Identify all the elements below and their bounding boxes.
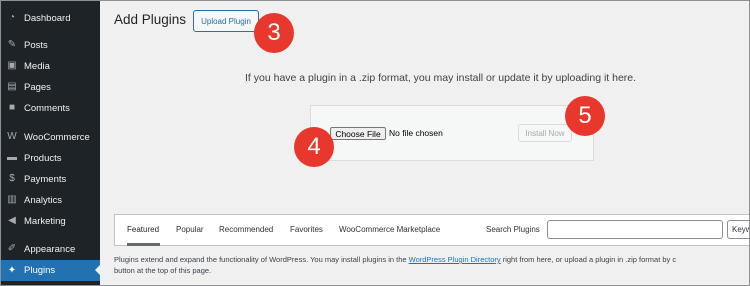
current-tab-indicator — [127, 243, 160, 246]
page-icon: ▤ — [7, 81, 17, 92]
sidebar-item-products[interactable]: ▬ Products — [0, 148, 100, 168]
sidebar-item-label: Posts — [24, 39, 48, 51]
description-text: right from here, or upload a plugin in .… — [500, 255, 677, 264]
sidebar-item-label: Appearance — [24, 243, 76, 255]
plugin-icon: ✦ — [7, 264, 17, 276]
sidebar-item-payments[interactable]: $ Payments — [0, 169, 100, 189]
tab-popular[interactable]: Popular — [176, 225, 204, 234]
megaphone-icon: ◀ — [8, 215, 16, 226]
choose-file-button[interactable]: Choose File — [330, 127, 386, 140]
sidebar-item-label: Plugins — [24, 265, 56, 276]
page-title: Add Plugins — [114, 12, 187, 27]
upload-info-text: If you have a plugin in a .zip format, y… — [245, 72, 637, 84]
install-now-button[interactable]: Install Now — [518, 124, 572, 142]
archive-icon: ▬ — [7, 152, 17, 163]
sidebar-item-label: Pages — [24, 81, 51, 93]
admin-sidebar: ◔ Dashboard ✎ Posts ▣ Media ▤ Pages ■ Co… — [0, 0, 100, 286]
file-status-text: No file chosen — [389, 128, 443, 138]
plugins-description: Plugins extend and expand the functional… — [114, 254, 750, 276]
tab-woocommerce-marketplace[interactable]: WooCommerce Marketplace — [339, 225, 440, 234]
tab-favorites[interactable]: Favorites — [290, 225, 323, 234]
sidebar-item-dashboard[interactable]: ◔ Dashboard — [0, 8, 100, 28]
brush-icon: ✐ — [7, 243, 17, 254]
description-text: button at the top of this page. — [114, 266, 212, 275]
sidebar-item-comments[interactable]: ■ Comments — [0, 98, 100, 118]
sidebar-item-marketing[interactable]: ◀ Marketing — [0, 211, 100, 231]
search-input[interactable] — [547, 220, 723, 239]
sidebar-item-plugins[interactable]: ✦ Plugins — [0, 260, 100, 281]
sidebar-item-label: Marketing — [24, 215, 66, 227]
sidebar-item-label: Dashboard — [24, 12, 71, 24]
sidebar-item-media[interactable]: ▣ Media — [0, 56, 100, 76]
search-type-select[interactable]: Keyw — [727, 220, 750, 239]
active-indicator — [95, 265, 100, 275]
media-icon: ▣ — [7, 60, 17, 71]
description-text: Plugins extend and expand the functional… — [114, 255, 409, 264]
sidebar-item-woocommerce[interactable]: W WooCommerce — [0, 127, 100, 147]
sidebar-item-label: WooCommerce — [24, 131, 90, 143]
upload-plugin-button[interactable]: Upload Plugin — [193, 10, 259, 32]
search-plugins-label: Search Plugins — [486, 225, 540, 234]
tab-recommended[interactable]: Recommended — [219, 225, 273, 234]
dollar-icon: $ — [9, 173, 15, 184]
sidebar-item-analytics[interactable]: ▥ Analytics — [0, 190, 100, 210]
step-badge-4: 4 — [294, 127, 334, 167]
sidebar-item-label: Comments — [24, 102, 70, 114]
dashboard-icon: ◔ — [8, 12, 16, 23]
sidebar-item-label: Media — [24, 60, 50, 72]
sidebar-item-label: Analytics — [24, 194, 63, 206]
pin-icon: ✎ — [7, 39, 17, 50]
sidebar-item-pages[interactable]: ▤ Pages — [0, 77, 100, 97]
woocommerce-icon: W — [7, 131, 17, 142]
chart-icon: ▥ — [7, 194, 17, 205]
step-badge-5: 5 — [565, 96, 605, 136]
step-badge-3: 3 — [254, 13, 294, 53]
tab-featured[interactable]: Featured — [127, 225, 159, 234]
sidebar-item-label: Payments — [24, 173, 67, 185]
sidebar-item-label: Products — [24, 152, 62, 164]
plugin-directory-link[interactable]: WordPress Plugin Directory — [409, 255, 501, 264]
sidebar-item-appearance[interactable]: ✐ Appearance — [0, 239, 100, 259]
comment-icon: ■ — [8, 102, 16, 113]
sidebar-item-posts[interactable]: ✎ Posts — [0, 35, 100, 55]
